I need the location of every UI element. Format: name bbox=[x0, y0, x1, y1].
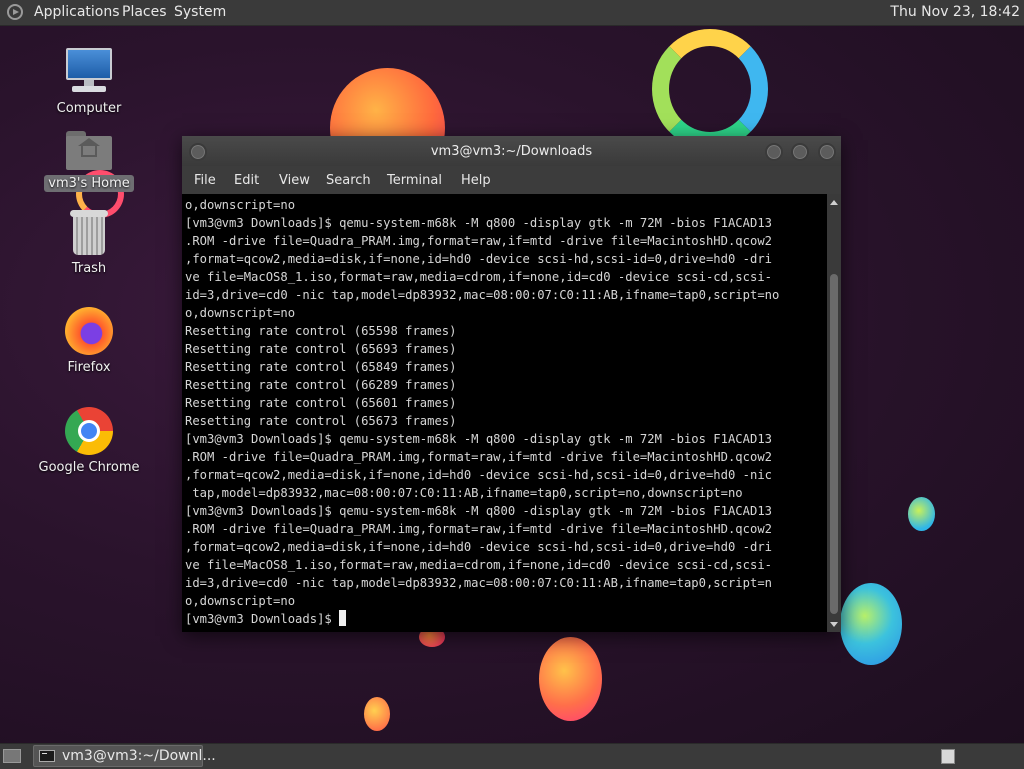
applications-menu-icon[interactable] bbox=[7, 4, 23, 20]
terminal-line: .ROM -drive file=Quadra_PRAM.img,format=… bbox=[185, 234, 772, 248]
desktop-icon-computer[interactable]: Computer bbox=[39, 46, 139, 117]
trash-icon bbox=[69, 210, 109, 256]
terminal-output[interactable]: o,downscript=no [vm3@vm3 Downloads]$ qem… bbox=[182, 194, 827, 632]
desktop-icon-home[interactable]: vm3's Home bbox=[39, 131, 139, 192]
terminal-prompt: [vm3@vm3 Downloads]$ bbox=[185, 612, 340, 626]
menu-terminal[interactable]: Terminal bbox=[387, 166, 442, 196]
menu-search[interactable]: Search bbox=[326, 166, 371, 196]
minimize-button[interactable] bbox=[765, 143, 783, 161]
terminal-line: Resetting rate control (65601 frames) bbox=[185, 396, 457, 410]
menu-edit[interactable]: Edit bbox=[234, 166, 259, 196]
terminal-line: ,format=qcow2,media=disk,if=none,id=hd0 … bbox=[185, 252, 772, 266]
terminal-line: tap,model=dp83932,mac=08:00:07:C0:11:AB,… bbox=[185, 486, 743, 500]
wallpaper-blue-shape bbox=[840, 583, 902, 665]
menu-help[interactable]: Help bbox=[461, 166, 491, 196]
wallpaper-orange-dot bbox=[364, 697, 390, 731]
terminal-line: o,downscript=no bbox=[185, 306, 296, 320]
scrollbar-thumb[interactable] bbox=[830, 274, 838, 614]
terminal-window: vm3@vm3:~/Downloads File Edit View Searc… bbox=[182, 136, 841, 632]
system-menu[interactable]: System bbox=[174, 0, 226, 25]
wallpaper-orange-bottom-shape bbox=[539, 637, 602, 721]
terminal-line: [vm3@vm3 Downloads]$ qemu-system-m68k -M… bbox=[185, 216, 772, 230]
terminal-line: id=3,drive=cd0 -nic tap,model=dp83932,ma… bbox=[185, 288, 780, 302]
terminal-line: ,format=qcow2,media=disk,if=none,id=hd0 … bbox=[185, 540, 772, 554]
clock[interactable]: Thu Nov 23, 18:42 bbox=[890, 0, 1020, 25]
desktop-icon-trash[interactable]: Trash bbox=[39, 210, 139, 277]
terminal-icon bbox=[39, 750, 55, 762]
close-button[interactable] bbox=[818, 143, 836, 161]
menu-file[interactable]: File bbox=[194, 166, 216, 196]
scroll-up-arrow-icon[interactable] bbox=[830, 200, 838, 205]
desktop-icon-label: Computer bbox=[56, 101, 122, 116]
terminal-line: Resetting rate control (65849 frames) bbox=[185, 360, 457, 374]
chrome-icon bbox=[65, 407, 113, 455]
desktop-icon-label: Google Chrome bbox=[38, 460, 140, 475]
terminal-line: ,format=qcow2,media=disk,if=none,id=hd0 … bbox=[185, 468, 772, 482]
firefox-icon bbox=[65, 307, 113, 355]
terminal-prompt-line[interactable]: [vm3@vm3 Downloads]$ bbox=[185, 610, 347, 628]
terminal-line: o,downscript=no bbox=[185, 594, 296, 608]
taskbar-button-label: vm3@vm3:~/Downl... bbox=[62, 748, 216, 764]
top-panel: Applications Places System Thu Nov 23, 1… bbox=[0, 0, 1024, 26]
terminal-line: Resetting rate control (65693 frames) bbox=[185, 342, 457, 356]
bottom-panel: vm3@vm3:~/Downl... bbox=[0, 743, 1024, 769]
home-folder-icon bbox=[66, 131, 112, 171]
terminal-scrollbar[interactable] bbox=[827, 194, 841, 632]
taskbar-button-terminal[interactable]: vm3@vm3:~/Downl... bbox=[33, 745, 216, 767]
places-menu[interactable]: Places bbox=[122, 0, 167, 25]
desktop-icon-label: Trash bbox=[71, 261, 107, 276]
wallpaper-blue-dot bbox=[908, 497, 935, 531]
desktop-icon-chrome[interactable]: Google Chrome bbox=[29, 407, 149, 476]
window-titlebar[interactable]: vm3@vm3:~/Downloads bbox=[182, 136, 841, 166]
workspace-switcher[interactable] bbox=[941, 749, 955, 764]
desktop-icon-firefox[interactable]: Firefox bbox=[39, 307, 139, 376]
scroll-down-arrow-icon[interactable] bbox=[830, 622, 838, 627]
terminal-menubar: File Edit View Search Terminal Help bbox=[182, 166, 841, 194]
desktop-icon-label: Firefox bbox=[67, 360, 111, 375]
show-desktop-icon[interactable] bbox=[3, 749, 21, 763]
maximize-button[interactable] bbox=[791, 143, 809, 161]
text-cursor bbox=[339, 610, 347, 626]
terminal-line: Resetting rate control (66289 frames) bbox=[185, 378, 457, 392]
terminal-line: [vm3@vm3 Downloads]$ qemu-system-m68k -M… bbox=[185, 504, 772, 518]
terminal-line: o,downscript=no bbox=[185, 198, 296, 212]
terminal-line: ve file=MacOS8_1.iso,format=raw,media=cd… bbox=[185, 558, 772, 572]
terminal-line: .ROM -drive file=Quadra_PRAM.img,format=… bbox=[185, 522, 772, 536]
computer-icon bbox=[64, 46, 114, 96]
menu-view[interactable]: View bbox=[279, 166, 310, 196]
applications-menu[interactable]: Applications bbox=[34, 0, 120, 25]
wallpaper-ring-shape bbox=[652, 29, 768, 149]
terminal-line: id=3,drive=cd0 -nic tap,model=dp83932,ma… bbox=[185, 576, 772, 590]
terminal-line: .ROM -drive file=Quadra_PRAM.img,format=… bbox=[185, 450, 772, 464]
terminal-line: [vm3@vm3 Downloads]$ qemu-system-m68k -M… bbox=[185, 432, 772, 446]
terminal-line: Resetting rate control (65598 frames) bbox=[185, 324, 457, 338]
window-title: vm3@vm3:~/Downloads bbox=[430, 144, 593, 159]
terminal-line: Resetting rate control (65673 frames) bbox=[185, 414, 457, 428]
terminal-line: ve file=MacOS8_1.iso,format=raw,media=cd… bbox=[185, 270, 772, 284]
desktop-icon-label: vm3's Home bbox=[44, 175, 134, 192]
